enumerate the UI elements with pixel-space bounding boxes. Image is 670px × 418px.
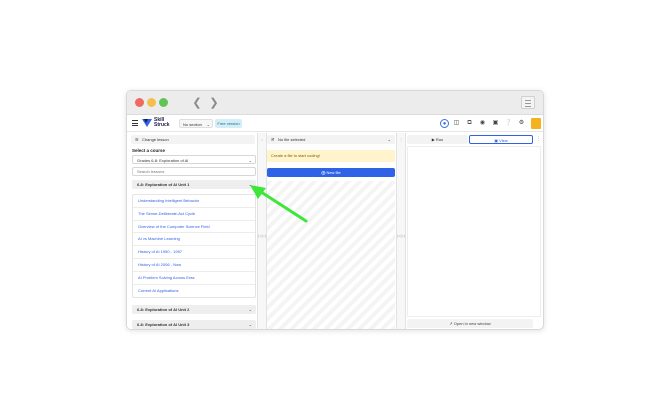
minimize-window-button[interactable] (147, 98, 156, 107)
logo-line2: Struck (154, 122, 170, 128)
maximize-window-button[interactable] (159, 98, 168, 107)
run-label: Run (435, 137, 444, 142)
lesson-item[interactable]: The Sense-Deliberate-Act Cycle (133, 208, 255, 221)
chevron-down-icon: ⌄ (248, 158, 252, 163)
editor-empty-area (267, 181, 395, 329)
unit-header-3[interactable]: 6-8: Exploration of AI Unit 3 ⌄ (132, 320, 256, 329)
layout-icon[interactable]: ◫ (452, 119, 461, 128)
empty-state-notice: Create a file to start coding! (267, 150, 395, 162)
close-window-button[interactable] (135, 98, 144, 107)
lesson-item[interactable]: History of AI 1950 - 1997 (133, 246, 255, 259)
section-dropdown[interactable]: No section ⌄ (179, 119, 213, 128)
back-arrow-icon[interactable]: ❮ (190, 96, 204, 110)
lesson-item[interactable]: AI vs Machine Learning (133, 233, 255, 247)
lesson-search-input[interactable] (132, 167, 256, 176)
chevron-down-icon: ⌄ (248, 307, 252, 312)
chevron-down-icon: ⌄ (387, 137, 391, 142)
open-new-window-label: Open in new window (453, 321, 491, 326)
change-lesson-label: Change lesson (142, 137, 169, 142)
view-icon: ▣ (494, 138, 499, 143)
view-label: View (499, 138, 508, 143)
preview-panel: ▶ Run ▣ View ⋮ ↗ Open in new window (407, 133, 542, 329)
window-titlebar: ❮ ❯ (127, 91, 543, 115)
lesson-item[interactable]: History of AI 2006 - Now (133, 259, 255, 272)
select-course-label: Select a course (132, 148, 166, 153)
view-button[interactable]: ▣ View (469, 135, 533, 144)
course-dropdown[interactable]: Grades 6-8: Exploration of AI ⌄ (132, 155, 256, 164)
chat-icon[interactable]: ◉ (478, 119, 487, 128)
external-link-icon: ↗ (449, 321, 453, 326)
new-file-button[interactable]: ⨁ New file (267, 168, 395, 177)
browser-window: ❮ ❯ Skill Struck No section ⌄ Free versi… (126, 90, 544, 330)
browser-menu-icon[interactable] (521, 96, 535, 109)
file-selector-value: No file selected (278, 137, 306, 142)
grip-handle-icon[interactable]: |<|>| (258, 233, 266, 238)
unit-title: 6-8: Exploration of AI Unit 2 (137, 307, 190, 312)
lesson-item[interactable]: Overview of the Computer Science Field (133, 221, 255, 234)
logo-icon (142, 119, 152, 127)
more-vertical-icon[interactable]: ⋮ (536, 135, 541, 144)
grip-handle-icon[interactable]: |<|>| (397, 233, 405, 238)
change-lesson-button[interactable]: ☰ Change lesson (131, 135, 255, 144)
lesson-item[interactable]: Understanding Intelligent Behavior (133, 195, 255, 208)
new-file-label: New file (326, 170, 341, 175)
image-icon[interactable]: ▣ (491, 119, 500, 128)
preview-resize-handle[interactable]: ⋮ |<|>| (396, 133, 406, 329)
open-new-window-button[interactable]: ↗ Open in new window (407, 319, 533, 328)
plan-badge[interactable]: Free version (215, 119, 242, 128)
code-editor-panel: 🗎 No file selected ⌄ Create a file to st… (267, 133, 396, 329)
chevron-down-icon: ⌄ (248, 182, 252, 187)
question-icon[interactable]: ❔ (504, 119, 513, 128)
play-icon: ▶ (431, 137, 435, 142)
section-dropdown-value: No section (183, 122, 202, 127)
new-file-icon: ⨁ (321, 170, 326, 175)
preview-viewport (407, 146, 541, 317)
chevron-down-icon: ⌄ (206, 122, 210, 127)
lesson-item[interactable]: Current AI Applications (133, 285, 255, 298)
chevron-down-icon: ⌄ (248, 322, 252, 327)
avatar[interactable] (531, 118, 541, 129)
course-dropdown-value: Grades 6-8: Exploration of AI (137, 158, 189, 163)
file-selector[interactable]: 🗎 No file selected ⌄ (267, 135, 395, 144)
copy-icon[interactable]: ⧉ (465, 119, 474, 128)
gear-icon[interactable]: ⚙ (517, 119, 526, 128)
lesson-list: Understanding Intelligent Behavior The S… (132, 194, 256, 299)
unit-header-1[interactable]: 6-8: Exploration of AI Unit 1 ⌄ (132, 180, 256, 189)
app-header: Skill Struck No section ⌄ Free version ●… (127, 115, 543, 132)
forward-arrow-icon[interactable]: ❯ (207, 96, 221, 110)
lesson-sidebar: ☰ Change lesson Select a course Grades 6… (129, 133, 257, 329)
list-icon: ☰ (135, 137, 139, 142)
more-vertical-icon[interactable]: ⋮ (397, 137, 405, 142)
help-circle-icon[interactable]: ● (440, 119, 449, 128)
hamburger-menu-icon[interactable] (132, 120, 138, 126)
run-button[interactable]: ▶ Run (407, 135, 468, 144)
collapse-left-icon[interactable]: ‹ (258, 137, 266, 142)
file-icon: 🗎 (271, 137, 275, 142)
unit-title: 6-8: Exploration of AI Unit 1 (137, 182, 190, 187)
lesson-item[interactable]: AI Problem Solving Across Eras (133, 272, 255, 285)
unit-header-2[interactable]: 6-8: Exploration of AI Unit 2 ⌄ (132, 305, 256, 314)
logo-text: Skill Struck (154, 118, 170, 128)
sidebar-resize-handle[interactable]: ‹ |<|>| (257, 133, 267, 329)
unit-title: 6-8: Exploration of AI Unit 3 (137, 322, 190, 327)
